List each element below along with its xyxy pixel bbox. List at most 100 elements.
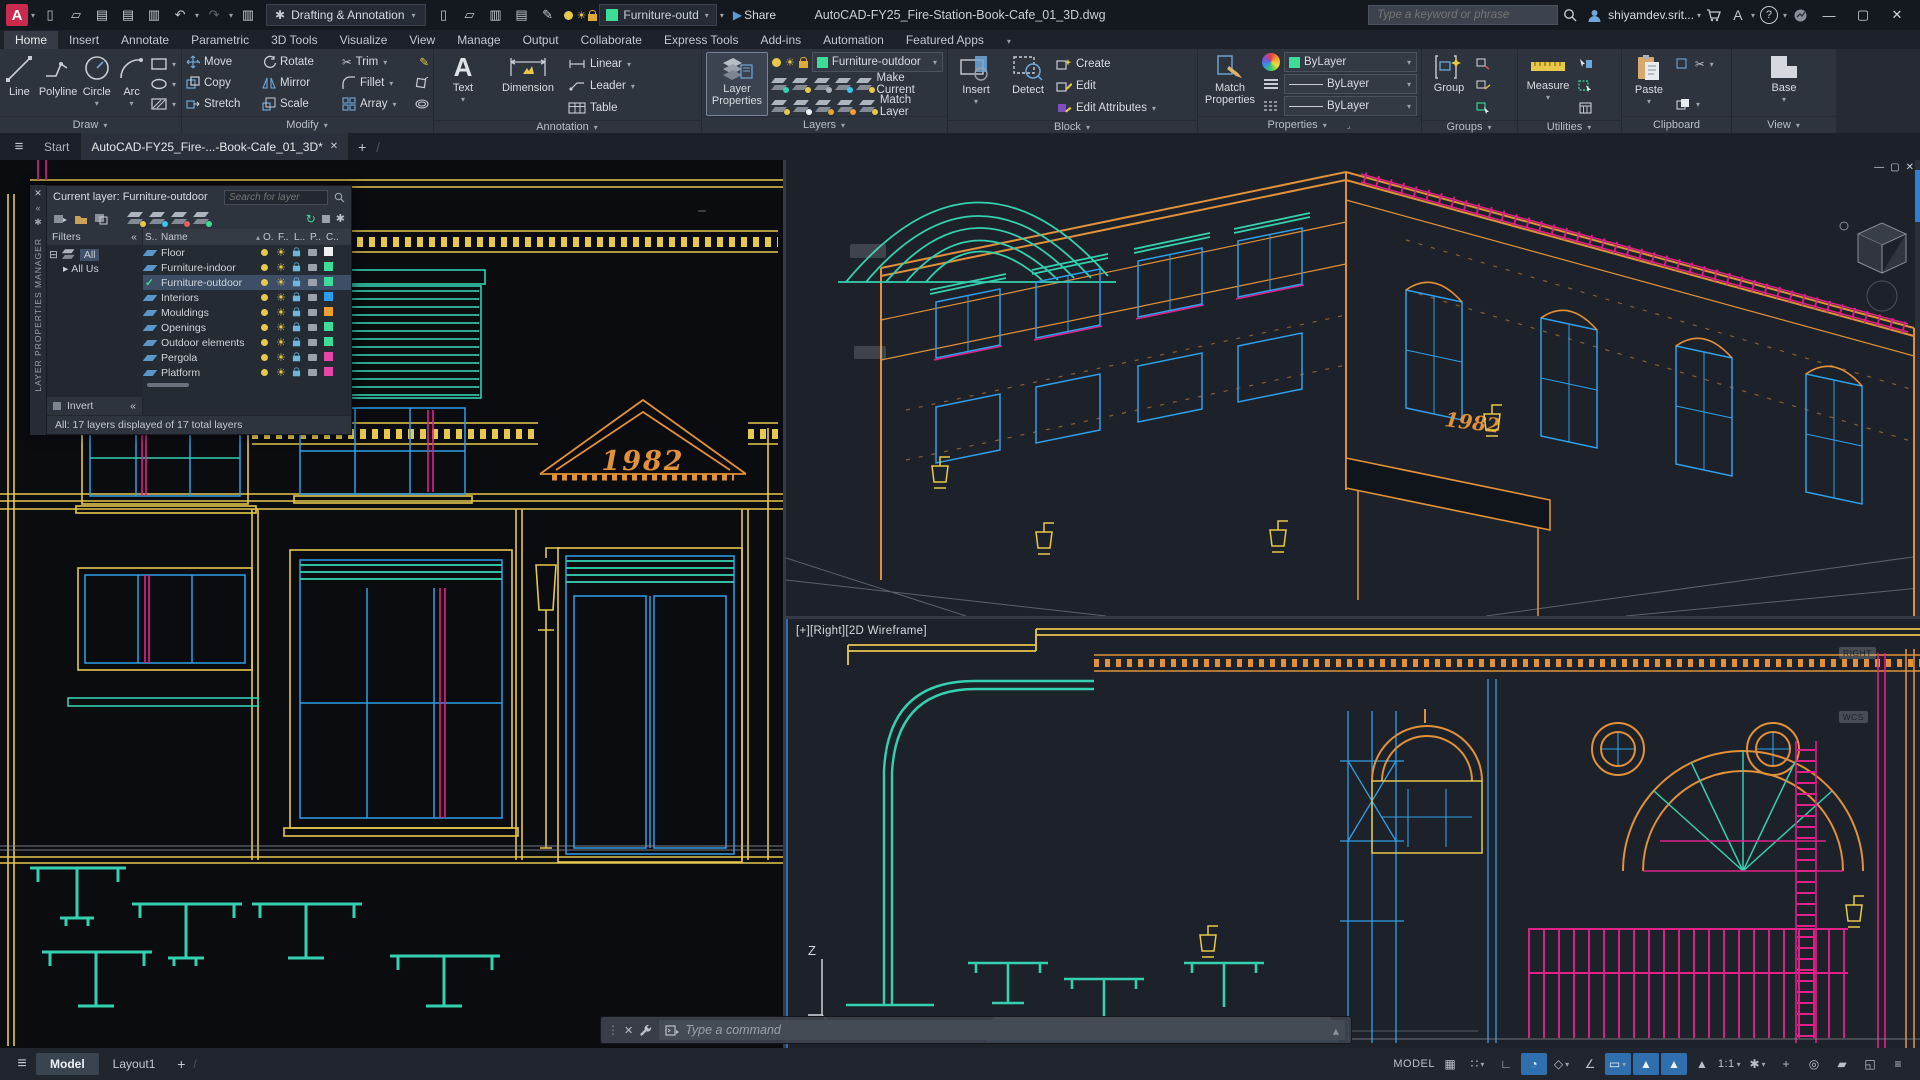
app-menu-caret-icon[interactable]: ▾ <box>30 11 36 20</box>
panel-label-modify[interactable]: Modify▾ <box>182 116 433 133</box>
viewport-minimize-icon[interactable]: — <box>1874 162 1884 173</box>
grid-display-toggle[interactable]: ▦ <box>1437 1053 1463 1075</box>
layer-thaw-icon[interactable]: ☀ <box>785 56 795 69</box>
ribbon-tab-output[interactable]: Output <box>512 31 570 49</box>
quick-select-button[interactable] <box>1578 54 1593 74</box>
hatch-button[interactable]: ▾ <box>151 94 177 114</box>
object-snap-toggle[interactable]: ▭▾ <box>1605 1053 1631 1075</box>
rotate-button[interactable]: Rotate <box>262 52 328 72</box>
properties-dialog-launcher-icon[interactable]: ⌟ <box>1346 121 1352 130</box>
leader-button[interactable]: Leader▾ <box>568 76 636 96</box>
ribbon-tab-collaborate[interactable]: Collaborate <box>570 31 653 49</box>
redo-caret-icon[interactable]: ▾ <box>228 11 234 20</box>
minimize-button[interactable]: — <box>1812 2 1846 28</box>
file-tab-start[interactable]: Start <box>34 133 79 160</box>
layer-search-icon[interactable] <box>334 192 345 203</box>
palette-close-icon[interactable]: ✕ <box>34 188 42 199</box>
layer-states-icon[interactable] <box>94 213 108 225</box>
app-menu-button[interactable]: A <box>6 4 28 26</box>
layer-list[interactable]: Floor☀ Furniture-indoor☀ ✓Furniture-outd… <box>143 245 351 415</box>
layer-unisolate-icon[interactable] <box>838 100 854 113</box>
layer-freeze-sun-icon[interactable]: ☀ <box>577 9 587 22</box>
group-edit-button[interactable] <box>1476 76 1491 96</box>
isodraft-toggle[interactable]: ◇▾ <box>1549 1053 1575 1075</box>
quick-calculator-button[interactable] <box>1578 98 1593 118</box>
workspace-switcher[interactable]: ✱ Drafting & Annotation ▾ <box>266 4 426 26</box>
erase-button[interactable]: ✎ <box>419 52 429 72</box>
linetype-icon[interactable] <box>1262 99 1280 113</box>
recent-commands-icon[interactable] <box>665 1025 679 1036</box>
create-block-button[interactable]: Create <box>1056 54 1157 74</box>
measure-button[interactable]: Measure ▾ <box>1522 52 1574 120</box>
command-grip-icon[interactable]: ⋮ <box>607 1023 618 1037</box>
palette-square-icon[interactable] <box>322 215 330 223</box>
layer-off-icon[interactable] <box>772 78 787 91</box>
layer-row-platform[interactable]: Platform☀ <box>143 365 351 380</box>
layer-properties-button[interactable]: Layer Properties <box>706 52 768 116</box>
layer-on-bulb-icon[interactable] <box>564 11 573 20</box>
delete-layer-icon[interactable] <box>172 212 188 225</box>
clean-screen-icon[interactable]: ◱ <box>1857 1053 1883 1075</box>
workspace-switching-icon[interactable]: ✱▾ <box>1745 1053 1771 1075</box>
ribbon-tab-add-ins[interactable]: Add-ins <box>749 31 812 49</box>
viewport-scrollbar[interactable] <box>1915 160 1920 616</box>
stretch-button[interactable]: Stretch <box>186 94 248 114</box>
ribbon-tab-parametric[interactable]: Parametric <box>180 31 260 49</box>
new-drawing-tab-button[interactable]: + <box>350 139 374 155</box>
layer-unlock-tool-icon[interactable] <box>816 100 832 113</box>
qat-collapse-caret-icon[interactable]: ▾ <box>719 11 725 20</box>
detect-button[interactable]: Detect <box>1004 52 1052 120</box>
trim-button[interactable]: ✂Trim▾ <box>342 52 388 72</box>
annotation-scale-value[interactable]: 1:1▾ <box>1717 1053 1743 1075</box>
isolate-objects-icon[interactable]: ◎ <box>1801 1053 1827 1075</box>
markup-icon[interactable]: ✎ <box>536 3 560 27</box>
scale-button[interactable]: Scale <box>262 94 328 114</box>
layout-menu-icon[interactable]: ≡ <box>8 1055 36 1073</box>
ribbon-tab-view[interactable]: View <box>398 31 446 49</box>
save-icon[interactable]: ▤ <box>90 3 114 27</box>
share-icon[interactable]: ▶ <box>733 8 742 22</box>
autodesk-assistant-icon[interactable]: A <box>1726 3 1750 27</box>
ribbon-tab-manage[interactable]: Manage <box>446 31 511 49</box>
graphics-performance-icon[interactable]: ▰ <box>1829 1053 1855 1075</box>
layer-row-interiors[interactable]: Interiors☀ <box>143 290 351 305</box>
tree-expand-icon[interactable]: ⊟ <box>49 249 58 261</box>
file-tab-menu-icon[interactable]: ≡ <box>6 138 32 155</box>
explode-button[interactable] <box>415 73 429 93</box>
new-property-filter-icon[interactable] <box>53 213 68 225</box>
panel-label-layers[interactable]: Layers▾ <box>702 116 947 133</box>
close-button[interactable]: ✕ <box>1880 2 1914 28</box>
linetype-dropdown[interactable]: ByLayer ▾ <box>1284 96 1417 116</box>
invert-collapse-icon[interactable]: « <box>130 400 136 412</box>
new-layer-vp-frozen-icon[interactable] <box>150 212 166 225</box>
base-view-button[interactable]: Base ▾ <box>1759 52 1809 116</box>
viewport-isometric[interactable]: 1982 — ▢ ✕ <box>786 160 1920 616</box>
text-button[interactable]: A Text ▾ <box>438 52 488 120</box>
save-as-icon[interactable]: ▤ <box>116 3 140 27</box>
undo-caret-icon[interactable]: ▾ <box>194 11 200 20</box>
invert-checkbox[interactable] <box>53 402 61 410</box>
group-selection-button[interactable] <box>1476 98 1491 118</box>
viewport-right-elevation[interactable]: Z [+][Right][2D Wireframe] RIGHT WCS <box>786 619 1920 1048</box>
linear-dimension-button[interactable]: Linear▾ <box>568 54 636 74</box>
layer-thaw-all-icon[interactable] <box>794 100 810 113</box>
new-group-filter-icon[interactable] <box>74 213 88 225</box>
panel-label-clipboard[interactable]: Clipboard <box>1622 116 1731 133</box>
batch-plot-icon[interactable]: ▥ <box>236 3 260 27</box>
username-label[interactable]: shiyamdev.srit... <box>1608 8 1694 22</box>
user-avatar-icon[interactable] <box>1582 3 1606 27</box>
polar-tracking-toggle[interactable]: ◔ <box>1521 1053 1547 1075</box>
help-icon[interactable]: ? <box>1760 6 1778 24</box>
layer-row-floor[interactable]: Floor☀ <box>143 245 351 260</box>
panel-label-groups[interactable]: Groups▾ <box>1422 120 1517 133</box>
filters-collapse-icon[interactable]: « <box>131 231 137 243</box>
ortho-mode-toggle[interactable]: ∟ <box>1493 1053 1519 1075</box>
layer-on-all-icon[interactable] <box>772 100 788 113</box>
command-close-icon[interactable]: ✕ <box>624 1024 633 1037</box>
open-icon[interactable]: ▱ <box>64 3 88 27</box>
plot-icon[interactable]: ▥ <box>142 3 166 27</box>
model-space-badge[interactable]: MODEL <box>1393 1053 1435 1075</box>
ribbon-tab-automation[interactable]: Automation <box>812 31 895 49</box>
group-button[interactable]: Group <box>1426 52 1472 120</box>
array-button[interactable]: Array▾ <box>342 94 398 114</box>
